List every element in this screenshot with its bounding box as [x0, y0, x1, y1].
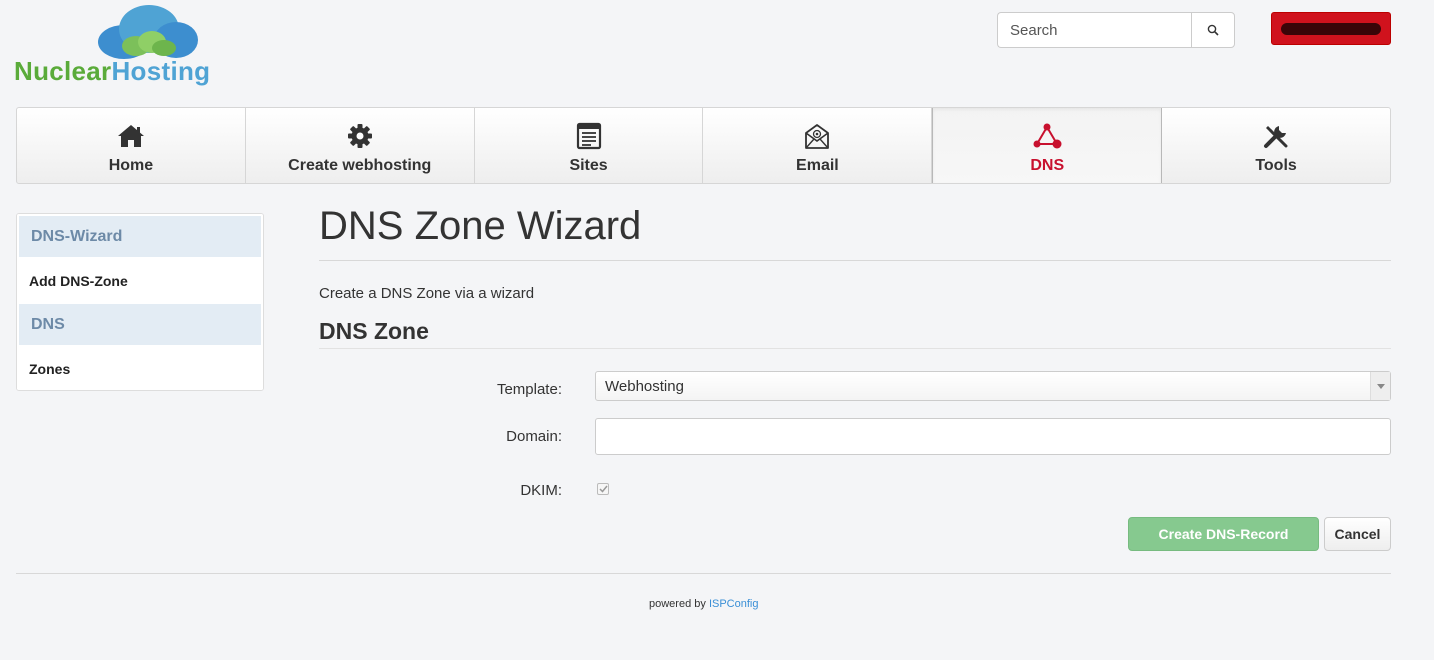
user-menu-button[interactable]: redacted	[1271, 12, 1391, 45]
tools-icon	[1264, 126, 1288, 148]
domain-label: Domain:	[506, 428, 562, 445]
title-divider	[319, 260, 1391, 261]
search-bar	[997, 12, 1235, 48]
search-icon	[1207, 24, 1219, 36]
dkim-label: DKIM:	[520, 482, 562, 499]
user-name-redacted: redacted	[1281, 22, 1381, 35]
cloud-logo-icon	[98, 5, 198, 59]
page-title: DNS Zone Wizard	[319, 204, 642, 248]
dkim-checkbox[interactable]	[597, 483, 609, 495]
section-divider	[319, 348, 1391, 349]
brand-name-part2: Hosting	[111, 56, 211, 86]
brand-logo[interactable]: NuclearHosting	[14, 4, 270, 87]
template-select-value: Webhosting	[605, 377, 684, 395]
nav-tools[interactable]: Tools	[1162, 108, 1390, 183]
nav-tools-label: Tools	[1255, 157, 1297, 174]
nav-home[interactable]: Home	[17, 108, 246, 183]
nav-dns-label: DNS	[1030, 157, 1065, 174]
sidebar-item-add-dns-zone[interactable]: Add DNS-Zone	[17, 259, 263, 302]
footer: powered by ISPConfig	[649, 598, 758, 610]
gear-icon	[347, 124, 372, 148]
section-title: DNS Zone	[319, 318, 429, 344]
sidebar-heading-dns-wizard: DNS-Wizard	[17, 214, 263, 259]
nav-email-label: Email	[796, 157, 839, 174]
sidebar: DNS-Wizard Add DNS-Zone DNS Zones	[16, 213, 264, 391]
footer-link-ispconfig[interactable]: ISPConfig	[709, 598, 759, 610]
checkmark-icon	[598, 485, 608, 493]
nav-email[interactable]: Email	[703, 108, 933, 183]
domain-input[interactable]	[595, 418, 1391, 455]
brand-wordmark: NuclearHosting	[14, 56, 210, 87]
create-dns-record-button[interactable]: Create DNS-Record	[1128, 517, 1319, 551]
home-icon	[117, 125, 144, 147]
search-input[interactable]	[997, 12, 1191, 48]
nav-create-webhosting[interactable]: Create webhosting	[246, 108, 475, 183]
dns-network-icon	[1033, 123, 1062, 149]
footer-divider	[16, 573, 1391, 574]
cancel-button[interactable]: Cancel	[1324, 517, 1391, 551]
document-icon	[576, 122, 601, 150]
sidebar-item-zones[interactable]: Zones	[17, 347, 263, 390]
nav-dns[interactable]: DNS	[932, 108, 1163, 183]
search-button[interactable]	[1191, 12, 1235, 48]
page-description: Create a DNS Zone via a wizard	[319, 285, 535, 302]
main-nav: Home Create webhosting Sites Email DNS T…	[16, 107, 1391, 184]
template-select[interactable]: Webhosting	[595, 371, 1391, 401]
chevron-down-icon[interactable]	[1370, 372, 1390, 400]
mail-icon	[805, 124, 830, 149]
nav-sites-label: Sites	[569, 157, 608, 174]
sidebar-heading-dns: DNS	[17, 302, 263, 347]
template-label: Template:	[496, 381, 562, 398]
footer-prefix: powered by	[649, 598, 709, 610]
nav-create-webhosting-label: Create webhosting	[288, 157, 432, 174]
nav-home-label: Home	[108, 157, 154, 174]
brand-name-part1: Nuclear	[14, 56, 112, 86]
nav-sites[interactable]: Sites	[475, 108, 704, 183]
